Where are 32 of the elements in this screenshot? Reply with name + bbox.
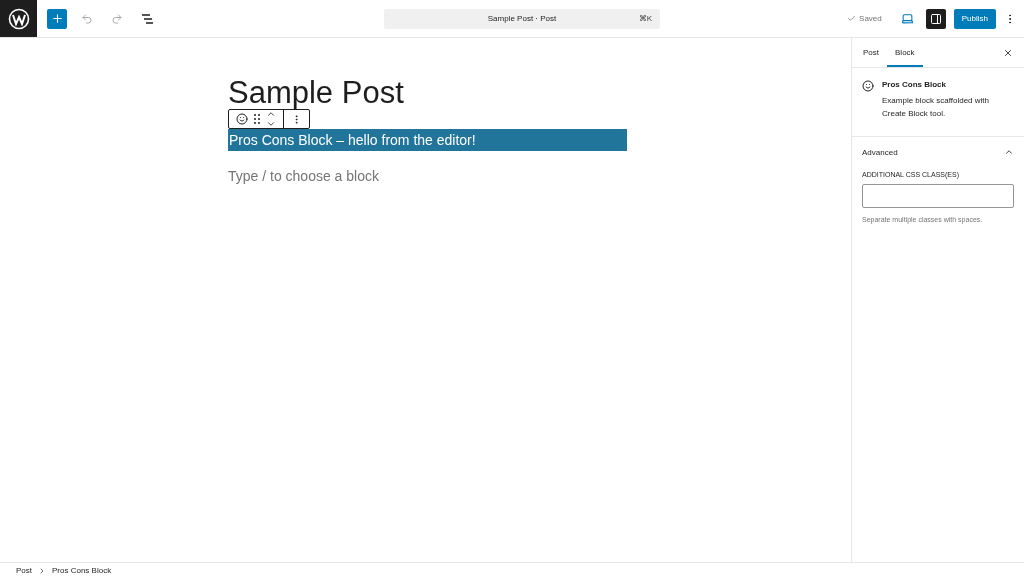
- check-icon: [847, 14, 857, 23]
- breadcrumb[interactable]: Pros Cons Block: [52, 566, 112, 575]
- block-placeholder[interactable]: Type / to choose a block: [228, 165, 627, 187]
- add-block-button[interactable]: [47, 8, 67, 29]
- post-title[interactable]: Sample Post: [228, 78, 404, 108]
- chevron-up-icon: [1004, 147, 1014, 157]
- css-class-field[interactable]: [862, 184, 1014, 208]
- smiley-icon: [862, 80, 874, 92]
- chevron-icon: [38, 566, 46, 575]
- smiley-icon: [236, 113, 248, 125]
- publish-button[interactable]: Publish: [953, 8, 996, 29]
- wordpress-logo[interactable]: [0, 0, 37, 37]
- sidebar-tab[interactable]: Block: [887, 38, 923, 67]
- laptop-icon: [901, 12, 915, 25]
- command-bar[interactable]: Sample Post · Post ⌘K: [384, 8, 660, 29]
- drag-handle-icon[interactable]: [254, 114, 260, 124]
- sidebar-tab[interactable]: Post: [855, 38, 887, 67]
- sidebar-panel-icon: [929, 12, 942, 25]
- breadcrumb[interactable]: Post: [16, 566, 32, 575]
- save-status: Saved: [847, 14, 882, 23]
- settings-button[interactable]: [925, 8, 946, 29]
- undo-icon: [81, 12, 93, 25]
- close-icon: [1003, 47, 1013, 58]
- pros-cons-block[interactable]: Pros Cons Block – hello from the editor!: [228, 129, 627, 151]
- block-name: Pros Cons Block: [882, 80, 947, 89]
- block-description: Example block scaffolded with Create Block tool.: [882, 95, 991, 120]
- list-icon: [140, 12, 154, 25]
- plus-icon: [50, 12, 64, 25]
- panel-header[interactable]: Advanced: [862, 137, 1014, 167]
- move-up-icon[interactable]: [266, 109, 276, 119]
- move-down-icon[interactable]: [266, 119, 276, 129]
- redo-icon: [111, 12, 123, 25]
